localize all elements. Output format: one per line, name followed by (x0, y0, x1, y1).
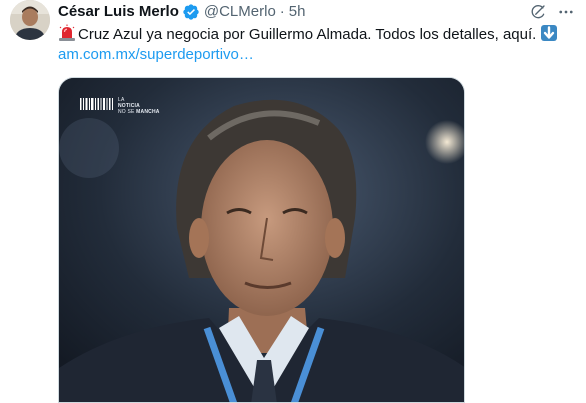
article-link[interactable]: am.com.mx/superdeportivo… (58, 45, 578, 65)
more-options-icon[interactable] (555, 1, 577, 23)
police-light-icon (58, 24, 76, 42)
avatar[interactable] (10, 0, 50, 40)
barcode-logo-icon (80, 97, 114, 116)
author-handle[interactable]: @CLMerlo (204, 2, 276, 22)
separator-dot: · (279, 3, 285, 20)
watermark-line: no se (118, 109, 135, 115)
tweet[interactable]: César Luis Merlo @CLMerlo · 5h Cruz Azul… (0, 0, 586, 403)
down-arrow-icon (540, 24, 558, 42)
timestamp[interactable]: 5h (289, 2, 306, 22)
tweet-header: César Luis Merlo @CLMerlo · 5h (58, 1, 305, 23)
verified-badge-icon (182, 3, 200, 21)
author-name[interactable]: César Luis Merlo (58, 2, 179, 22)
tweet-media-image[interactable] (58, 77, 465, 403)
media-watermark: La Noticia no se mancha (80, 97, 160, 116)
watermark-text: La Noticia no se mancha (118, 97, 160, 115)
grok-icon[interactable] (527, 1, 549, 23)
tweet-body-text: Cruz Azul ya negocia por Guillermo Almad… (78, 26, 537, 43)
watermark-line: mancha (136, 109, 160, 115)
tweet-text: Cruz Azul ya negocia por Guillermo Almad… (58, 24, 578, 65)
tweet-text-line: Cruz Azul ya negocia por Guillermo Almad… (58, 24, 578, 45)
